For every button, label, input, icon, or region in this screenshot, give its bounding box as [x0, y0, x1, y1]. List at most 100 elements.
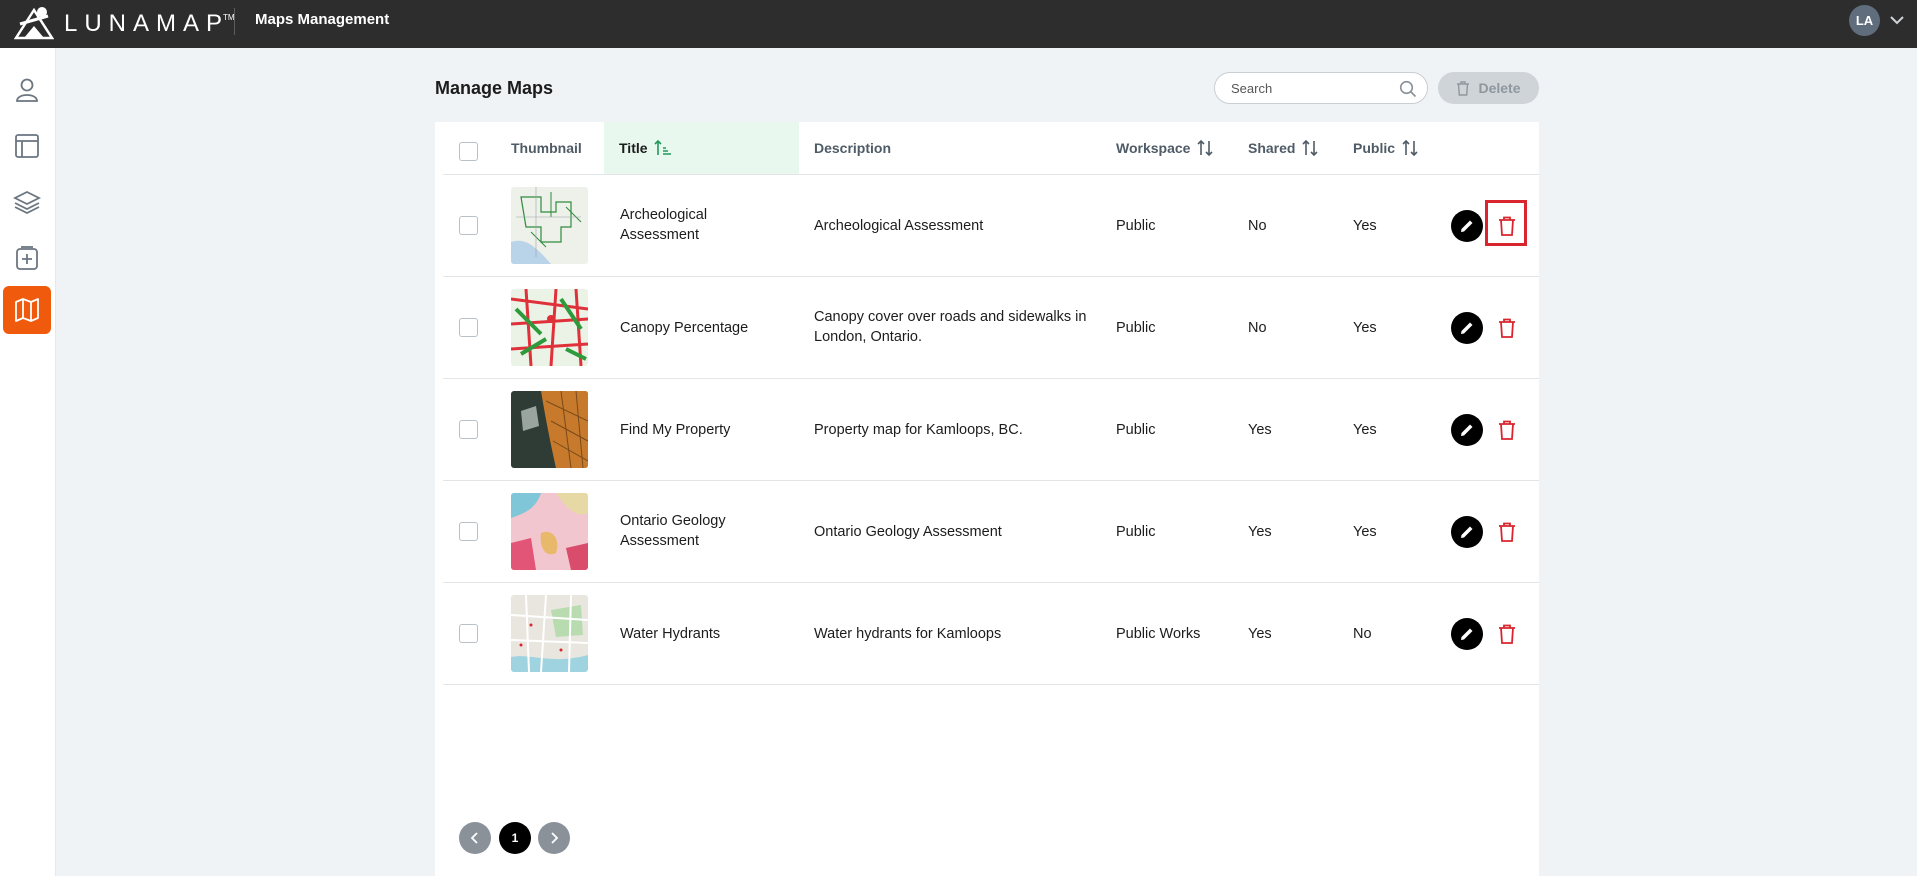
lunamap-logo-icon — [14, 7, 54, 40]
map-public: Yes — [1353, 320, 1377, 336]
map-title[interactable]: Find My Property — [620, 420, 780, 440]
sidebar-item-layouts[interactable] — [3, 122, 51, 170]
map-thumbnail[interactable] — [511, 289, 588, 366]
map-thumbnail[interactable] — [511, 493, 588, 570]
page-button[interactable]: 1 — [499, 822, 531, 854]
map-thumbnail[interactable] — [511, 187, 588, 264]
column-header-public[interactable]: Public — [1353, 122, 1419, 174]
map-public: No — [1353, 626, 1372, 642]
sidebar-item-create[interactable] — [3, 234, 51, 282]
sort-ascending-icon — [653, 139, 671, 155]
table-row[interactable]: Canopy Percentage Canopy cover over road… — [435, 277, 1539, 379]
user-icon — [16, 78, 38, 102]
map-title[interactable]: Ontario Geology Assessment — [620, 511, 780, 551]
map-thumbnail[interactable] — [511, 595, 588, 672]
column-header-title[interactable]: Title — [604, 122, 799, 174]
trash-icon — [1499, 522, 1515, 542]
map-workspace: Public — [1116, 218, 1156, 234]
edit-button[interactable] — [1451, 210, 1483, 242]
map-workspace: Public — [1116, 320, 1156, 336]
delete-button[interactable]: Delete — [1438, 72, 1539, 104]
map-title[interactable]: Canopy Percentage — [620, 318, 780, 338]
column-description-label: Description — [814, 140, 892, 156]
map-public: Yes — [1353, 218, 1377, 234]
row-checkbox[interactable] — [459, 420, 478, 439]
sidebar-item-layers[interactable] — [3, 178, 51, 226]
select-all-checkbox[interactable] — [459, 142, 478, 161]
edit-button[interactable] — [1451, 414, 1483, 446]
column-header-workspace[interactable]: Workspace — [1116, 122, 1214, 174]
column-title-label: Title — [619, 140, 648, 156]
previous-page-button[interactable] — [459, 822, 491, 854]
row-checkbox[interactable] — [459, 216, 478, 235]
table-row[interactable]: Archeological Assessment Archeological A… — [435, 175, 1539, 277]
delete-row-button[interactable] — [1491, 414, 1523, 446]
user-avatar[interactable]: LA — [1849, 5, 1880, 36]
street-map-thumbnail — [511, 595, 588, 672]
row-divider — [443, 684, 1539, 685]
pencil-icon — [1461, 220, 1473, 232]
delete-row-button[interactable] — [1491, 516, 1523, 548]
map-shared: Yes — [1248, 524, 1272, 540]
column-shared-label: Shared — [1248, 140, 1296, 156]
row-checkbox[interactable] — [459, 318, 478, 337]
map-shared: Yes — [1248, 422, 1272, 438]
column-header-description: Description — [814, 122, 891, 174]
brand-name: LUNAMAP — [64, 10, 230, 37]
layers-icon — [13, 190, 41, 215]
map-shared: No — [1248, 320, 1267, 336]
app-title: Maps Management — [255, 11, 390, 28]
layout-icon — [15, 134, 39, 158]
map-description: Canopy cover over roads and sidewalks in… — [814, 309, 1087, 345]
highlight-box — [1485, 200, 1527, 246]
table-row[interactable]: Find My Property Property map for Kamloo… — [435, 379, 1539, 481]
map-thumbnail[interactable] — [511, 391, 588, 468]
outline-map-thumbnail — [511, 187, 588, 264]
table-row[interactable]: Ontario Geology Assessment Ontario Geolo… — [435, 481, 1539, 583]
map-title[interactable]: Water Hydrants — [620, 624, 780, 644]
delete-row-button[interactable] — [1491, 618, 1523, 650]
delete-row-button[interactable] — [1491, 312, 1523, 344]
column-header-shared[interactable]: Shared — [1248, 122, 1319, 174]
chevron-down-icon[interactable] — [1889, 14, 1905, 26]
column-header-thumbnail: Thumbnail — [511, 122, 582, 174]
lunamap-logo[interactable]: LUNAMAP TM — [14, 4, 235, 44]
header-divider — [234, 8, 235, 35]
trash-icon — [1499, 318, 1515, 338]
search-icon[interactable] — [1399, 80, 1417, 98]
edit-button[interactable] — [1451, 312, 1483, 344]
table-row[interactable]: Water Hydrants Water hydrants for Kamloo… — [435, 583, 1539, 685]
map-description: Ontario Geology Assessment — [814, 524, 1002, 540]
column-workspace-label: Workspace — [1116, 140, 1191, 156]
top-bar: LUNAMAP TM Maps Management LA — [0, 0, 1917, 48]
sidebar-item-users[interactable] — [3, 66, 51, 114]
property-map-thumbnail — [511, 391, 588, 468]
trademark-mark: TM — [223, 12, 235, 22]
pencil-icon — [1461, 424, 1473, 436]
next-page-button[interactable] — [538, 822, 570, 854]
pencil-icon — [1461, 322, 1473, 334]
page-title: Manage Maps — [435, 78, 554, 98]
map-description: Property map for Kamloops, BC. — [814, 422, 1023, 438]
trash-icon — [1499, 624, 1515, 644]
map-workspace: Public — [1116, 524, 1156, 540]
edit-button[interactable] — [1451, 516, 1483, 548]
sidebar-item-maps[interactable] — [3, 286, 51, 334]
row-checkbox[interactable] — [459, 522, 478, 541]
map-icon — [15, 298, 39, 322]
edit-button[interactable] — [1451, 618, 1483, 650]
search-input[interactable] — [1229, 79, 1403, 97]
chevron-left-icon — [470, 832, 478, 844]
maps-table: Thumbnail Title Description Workspace Sh… — [435, 122, 1539, 876]
map-title[interactable]: Archeological Assessment — [620, 205, 780, 245]
map-description: Water hydrants for Kamloops — [814, 626, 1002, 642]
pencil-icon — [1461, 628, 1473, 640]
sort-icon — [1197, 139, 1214, 157]
map-shared: No — [1248, 218, 1267, 234]
row-checkbox[interactable] — [459, 624, 478, 643]
sort-icon — [1302, 139, 1319, 157]
search-box[interactable] — [1214, 72, 1428, 104]
map-shared: Yes — [1248, 626, 1272, 642]
chevron-right-icon — [551, 832, 559, 844]
map-workspace: Public — [1116, 422, 1156, 438]
